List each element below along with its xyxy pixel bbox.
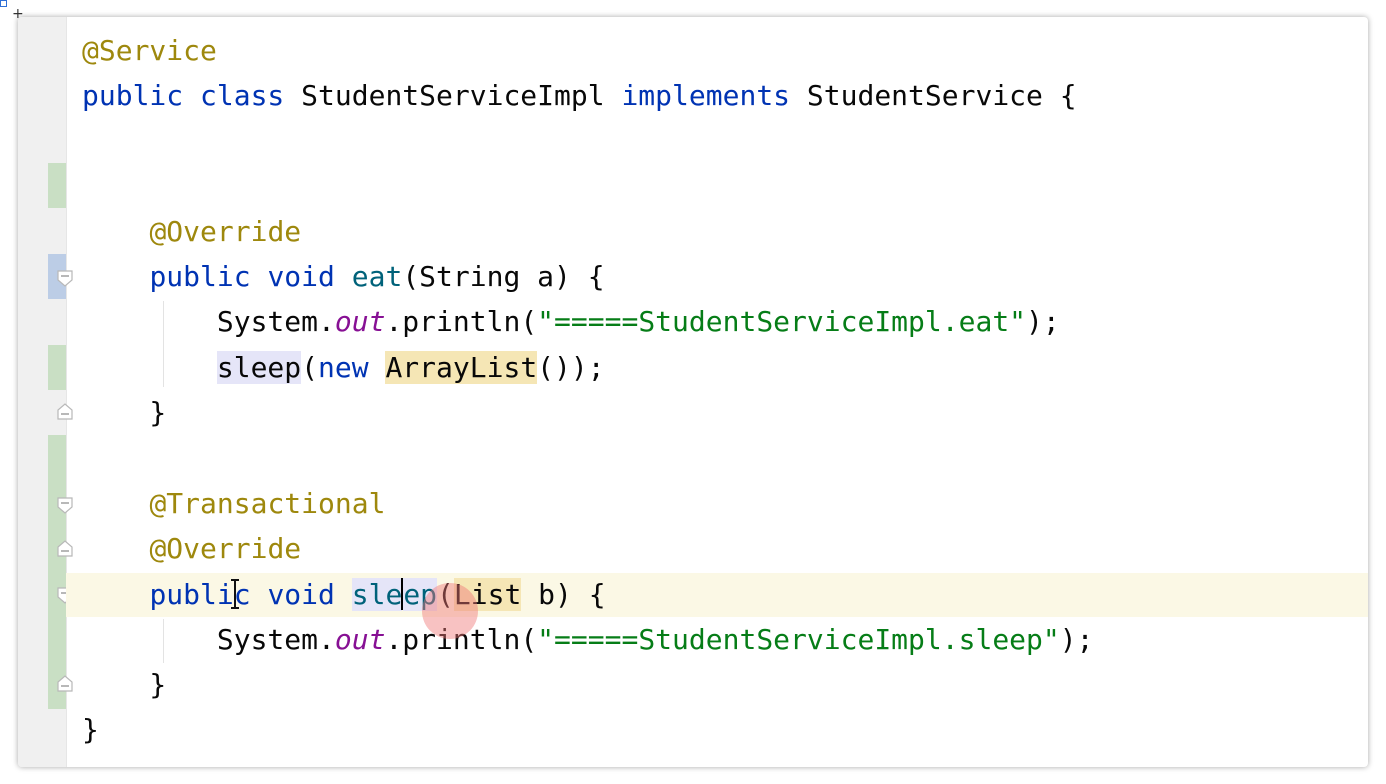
code-token: ());	[537, 351, 605, 384]
code-token: sleep	[216, 351, 302, 384]
code-line[interactable]: public void eat(String a) {	[82, 255, 605, 299]
text-ibeam-cursor-icon	[231, 579, 239, 609]
fold-end-icon[interactable]	[57, 675, 73, 692]
code-token: }	[82, 713, 99, 746]
code-line[interactable]: }	[82, 391, 166, 435]
code-line[interactable]: @Transactional	[82, 482, 385, 526]
code-line[interactable]: public void sleep(List b) {	[82, 573, 606, 617]
code-editor[interactable]: @Service public class StudentServiceImpl…	[18, 17, 1368, 767]
code-line[interactable]: sleep(new ArrayList());	[82, 346, 605, 390]
editor-gutter[interactable]	[18, 17, 73, 767]
vcs-added-marker[interactable]	[48, 163, 66, 208]
code-token: StudentServiceImpl	[284, 79, 622, 112]
code-token: System.	[82, 623, 335, 656]
vcs-added-marker[interactable]	[48, 345, 66, 390]
code-token: public void	[149, 260, 335, 293]
code-token: StudentService {	[790, 79, 1077, 112]
code-token: }	[82, 668, 167, 701]
code-token: }	[82, 396, 167, 429]
fold-end-icon[interactable]	[57, 403, 73, 420]
code-token: "=====StudentServiceImpl.eat"	[537, 305, 1027, 338]
code-token: implements	[621, 79, 791, 112]
click-ripple-icon	[422, 583, 478, 639]
code-token: "=====StudentServiceImpl.sleep"	[537, 623, 1060, 656]
code-line[interactable]: System.out.println("=====StudentServiceI…	[82, 618, 1094, 662]
code-token: eat	[351, 260, 403, 293]
code-line[interactable]: @Service	[82, 29, 217, 73]
fold-start-icon[interactable]	[57, 497, 73, 514]
code-line[interactable]: @Override	[82, 527, 301, 571]
code-token: public class	[82, 79, 285, 112]
code-token: sle	[351, 578, 403, 611]
code-line[interactable]: public class StudentServiceImpl implemen…	[82, 74, 1077, 118]
vcs-added-marker[interactable]	[48, 435, 66, 709]
code-line[interactable]: @Override	[82, 210, 301, 254]
code-token: b) {	[521, 578, 606, 611]
code-token: ArrayList	[385, 351, 538, 384]
code-token: out	[334, 623, 386, 656]
code-token: .println(	[385, 305, 538, 338]
code-token: @Service	[82, 34, 217, 67]
code-token: out	[334, 305, 386, 338]
fold-end-icon[interactable]	[57, 540, 73, 557]
code-token: (	[301, 351, 319, 384]
code-token: );	[1026, 305, 1060, 338]
code-token: @Transactional	[149, 487, 386, 520]
code-line[interactable]: }	[82, 663, 166, 707]
code-line[interactable]: System.out.println("=====StudentServiceI…	[82, 300, 1060, 344]
code-line[interactable]: }	[82, 708, 99, 752]
code-token: @Override	[149, 532, 302, 565]
code-token: (String a) {	[402, 260, 605, 293]
fold-start-icon[interactable]	[57, 270, 73, 287]
code-token: new	[318, 351, 369, 384]
code-token: System.	[82, 305, 335, 338]
code-token: );	[1059, 623, 1094, 656]
code-token: public void	[149, 578, 335, 611]
screen-corner-marker	[0, 0, 7, 7]
code-token: @Override	[149, 215, 302, 248]
